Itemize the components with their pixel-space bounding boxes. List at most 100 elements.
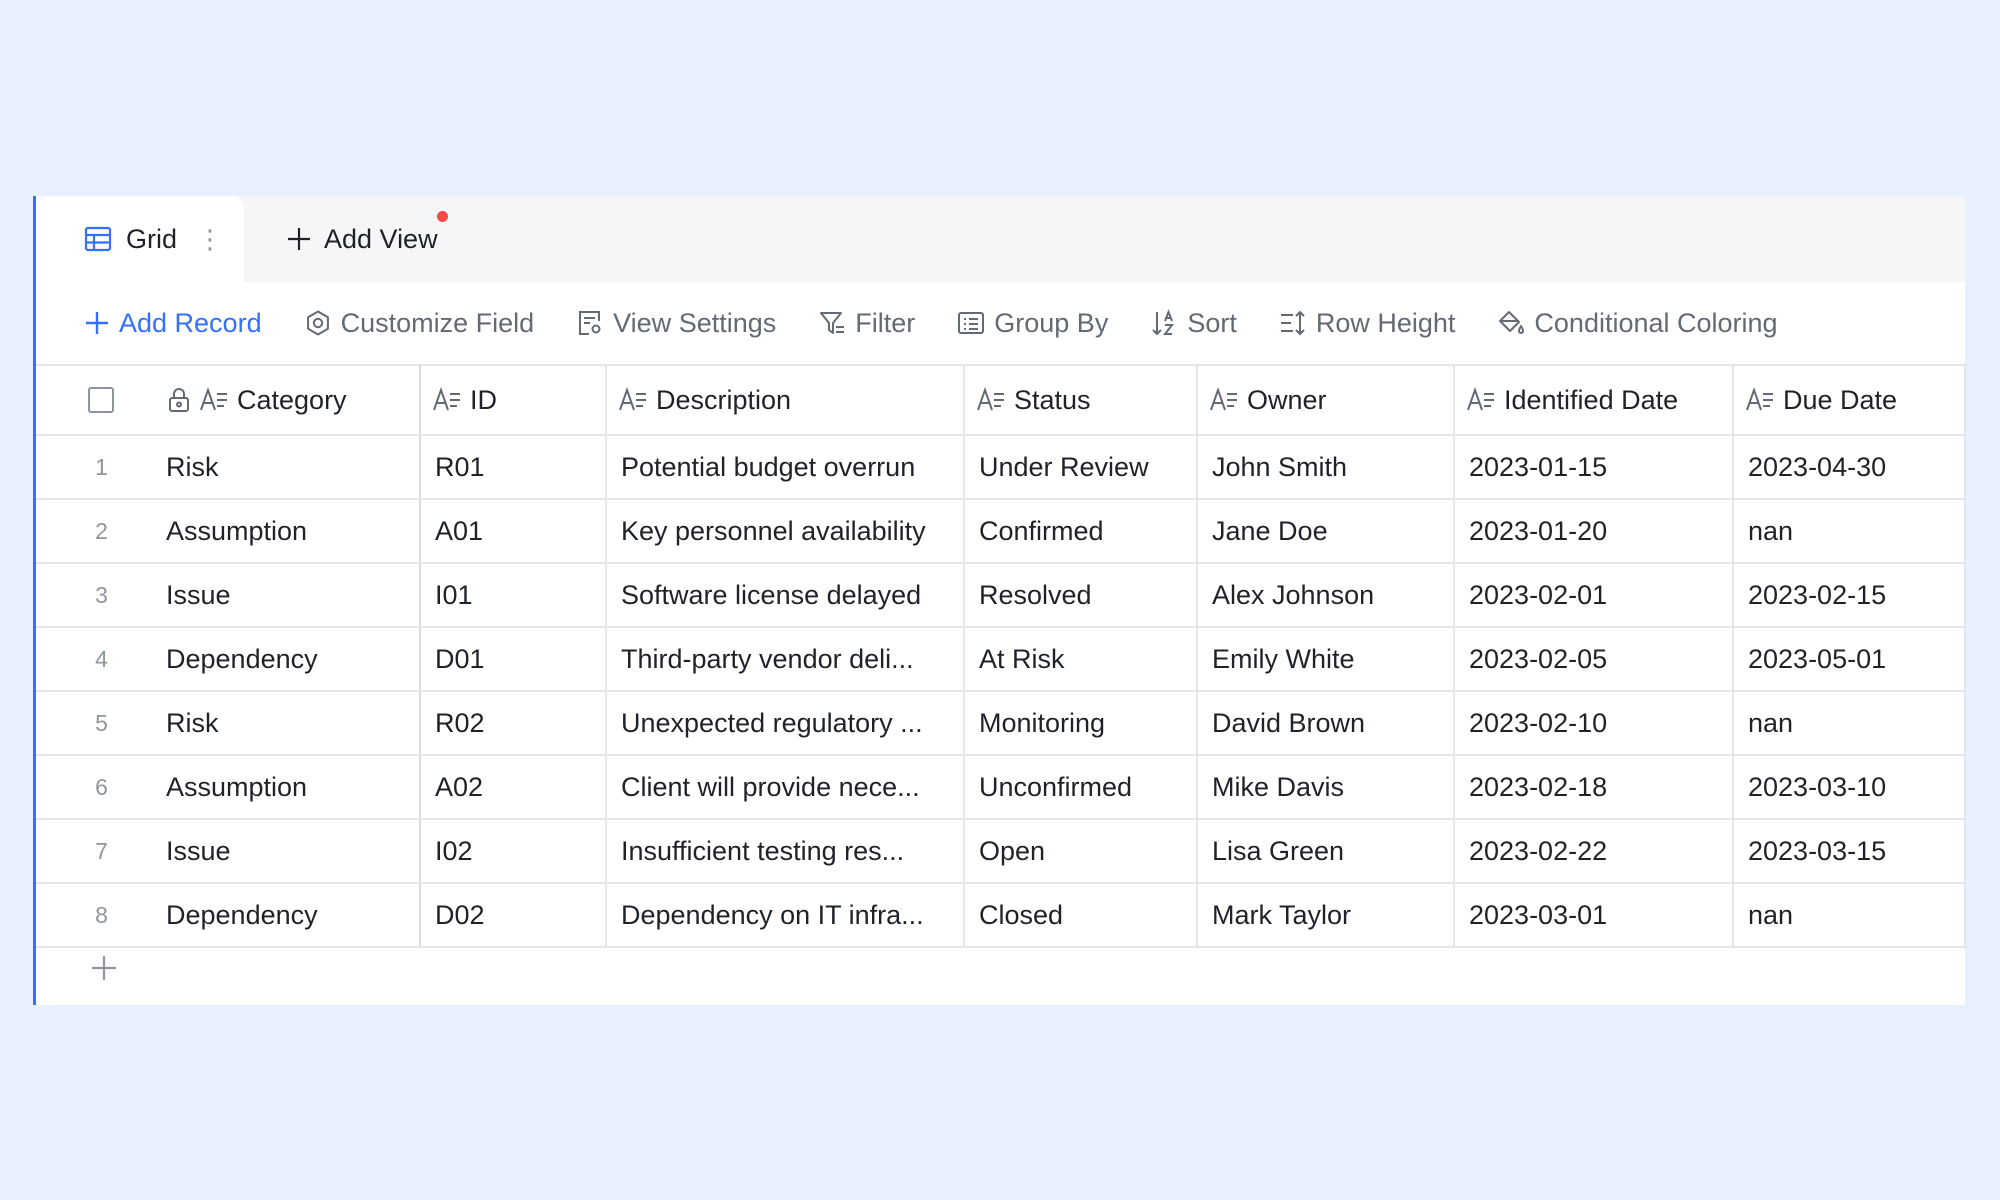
cell-status[interactable]: Closed [964, 883, 1198, 948]
cell-due-date[interactable]: 2023-04-30 [1733, 435, 1966, 500]
cell-due-date[interactable]: nan [1733, 691, 1966, 756]
cell-identified-date[interactable]: 2023-03-01 [1454, 883, 1734, 948]
tab-grid-label: Grid [126, 223, 178, 254]
cell-status[interactable]: Resolved [964, 563, 1198, 628]
cell-owner[interactable]: Mark Taylor [1197, 883, 1455, 948]
cell-status[interactable]: Open [964, 819, 1198, 884]
table-row[interactable]: 3 Issue I01 Software license delayed Res… [36, 563, 1966, 628]
cell-category[interactable]: Issue [166, 819, 421, 884]
column-header-category[interactable]: Category [166, 364, 421, 436]
view-settings-button[interactable]: View Settings [576, 308, 776, 339]
table-row[interactable]: 5 Risk R02 Unexpected regulatory ... Mon… [36, 691, 1966, 756]
column-header-due-date[interactable]: Due Date [1733, 364, 1966, 436]
cell-owner[interactable]: David Brown [1197, 691, 1455, 756]
cell-due-date[interactable]: 2023-02-15 [1733, 563, 1966, 628]
table-row[interactable]: 1 Risk R01 Potential budget overrun Unde… [36, 435, 1966, 500]
cell-due-date[interactable]: 2023-05-01 [1733, 627, 1966, 692]
cell-category[interactable]: Risk [166, 435, 421, 500]
cell-id[interactable]: R01 [420, 435, 607, 500]
customize-field-button[interactable]: Customize Field [304, 308, 534, 339]
lock-icon [167, 387, 191, 413]
cell-owner[interactable]: Mike Davis [1197, 755, 1455, 820]
cell-description[interactable]: Third-party vendor deli... [606, 627, 965, 692]
cell-category[interactable]: Dependency [166, 883, 421, 948]
cell-id[interactable]: D02 [420, 883, 607, 948]
column-header-label: ID [470, 384, 497, 415]
add-record-button[interactable]: Add Record [84, 308, 262, 339]
row-number: 4 [36, 627, 166, 692]
column-header-status[interactable]: Status [964, 364, 1198, 436]
group-by-button[interactable]: Group By [957, 308, 1108, 339]
more-vertical-icon[interactable]: ⋮ [197, 226, 223, 252]
cell-description[interactable]: Key personnel availability [606, 499, 965, 564]
cell-identified-date[interactable]: 2023-02-01 [1454, 563, 1734, 628]
cell-identified-date[interactable]: 2023-02-22 [1454, 819, 1734, 884]
row-number: 5 [36, 691, 166, 756]
cell-id[interactable]: D01 [420, 627, 607, 692]
cell-due-date[interactable]: 2023-03-10 [1733, 755, 1966, 820]
cell-identified-date[interactable]: 2023-01-20 [1454, 499, 1734, 564]
row-number: 6 [36, 755, 166, 820]
sort-button[interactable]: Sort [1150, 308, 1237, 339]
cell-owner[interactable]: John Smith [1197, 435, 1455, 500]
cell-id[interactable]: I01 [420, 563, 607, 628]
table-row[interactable]: 8 Dependency D02 Dependency on IT infra.… [36, 883, 1966, 948]
cell-id[interactable]: A02 [420, 755, 607, 820]
cell-id[interactable]: I02 [420, 819, 607, 884]
column-header-label: Identified Date [1504, 384, 1679, 415]
cell-owner[interactable]: Lisa Green [1197, 819, 1455, 884]
table-row[interactable]: 6 Assumption A02 Client will provide nec… [36, 755, 1966, 820]
cell-description[interactable]: Dependency on IT infra... [606, 883, 965, 948]
table-row[interactable]: 7 Issue I02 Insufficient testing res... … [36, 819, 1966, 884]
conditional-coloring-label: Conditional Coloring [1534, 307, 1778, 338]
records-table: Category ID Description Status Owner Ide… [36, 364, 1966, 948]
cell-status[interactable]: Confirmed [964, 499, 1198, 564]
row-height-button[interactable]: Row Height [1279, 308, 1455, 339]
cell-due-date[interactable]: 2023-03-15 [1733, 819, 1966, 884]
toolbar: Add Record Customize Field View Settings [36, 282, 1965, 364]
conditional-coloring-button[interactable]: Conditional Coloring [1497, 307, 1778, 339]
cell-id[interactable]: A01 [420, 499, 607, 564]
group-by-icon [957, 309, 985, 337]
cell-due-date[interactable]: nan [1733, 883, 1966, 948]
header-row: Category ID Description Status Owner Ide… [36, 364, 1966, 436]
cell-status[interactable]: At Risk [964, 627, 1198, 692]
cell-category[interactable]: Assumption [166, 755, 421, 820]
cell-description[interactable]: Client will provide nece... [606, 755, 965, 820]
cell-identified-date[interactable]: 2023-02-05 [1454, 627, 1734, 692]
cell-description[interactable]: Potential budget overrun [606, 435, 965, 500]
add-view-button[interactable]: Add View [286, 196, 448, 282]
filter-button[interactable]: Filter [818, 308, 915, 339]
tab-grid[interactable]: Grid ⋮ [36, 196, 244, 282]
add-row-button[interactable] [84, 948, 124, 988]
cell-description[interactable]: Insufficient testing res... [606, 819, 965, 884]
cell-status[interactable]: Under Review [964, 435, 1198, 500]
cell-category[interactable]: Risk [166, 691, 421, 756]
table-row[interactable]: 4 Dependency D01 Third-party vendor deli… [36, 627, 1966, 692]
cell-category[interactable]: Issue [166, 563, 421, 628]
column-header-label: Owner [1247, 384, 1327, 415]
column-header-description[interactable]: Description [606, 364, 965, 436]
table-row[interactable]: 2 Assumption A01 Key personnel availabil… [36, 499, 1966, 564]
cell-identified-date[interactable]: 2023-01-15 [1454, 435, 1734, 500]
cell-description[interactable]: Software license delayed [606, 563, 965, 628]
column-header-owner[interactable]: Owner [1197, 364, 1455, 436]
add-record-label: Add Record [119, 307, 262, 338]
column-header-id[interactable]: ID [420, 364, 607, 436]
cell-id[interactable]: R02 [420, 691, 607, 756]
column-header-identified-date[interactable]: Identified Date [1454, 364, 1734, 436]
text-field-icon [199, 387, 229, 413]
cell-owner[interactable]: Alex Johnson [1197, 563, 1455, 628]
cell-status[interactable]: Unconfirmed [964, 755, 1198, 820]
text-field-icon [1466, 387, 1496, 413]
cell-due-date[interactable]: nan [1733, 499, 1966, 564]
cell-owner[interactable]: Jane Doe [1197, 499, 1455, 564]
select-all-checkbox[interactable] [88, 387, 114, 413]
cell-owner[interactable]: Emily White [1197, 627, 1455, 692]
cell-category[interactable]: Assumption [166, 499, 421, 564]
cell-identified-date[interactable]: 2023-02-18 [1454, 755, 1734, 820]
cell-description[interactable]: Unexpected regulatory ... [606, 691, 965, 756]
cell-category[interactable]: Dependency [166, 627, 421, 692]
cell-identified-date[interactable]: 2023-02-10 [1454, 691, 1734, 756]
cell-status[interactable]: Monitoring [964, 691, 1198, 756]
